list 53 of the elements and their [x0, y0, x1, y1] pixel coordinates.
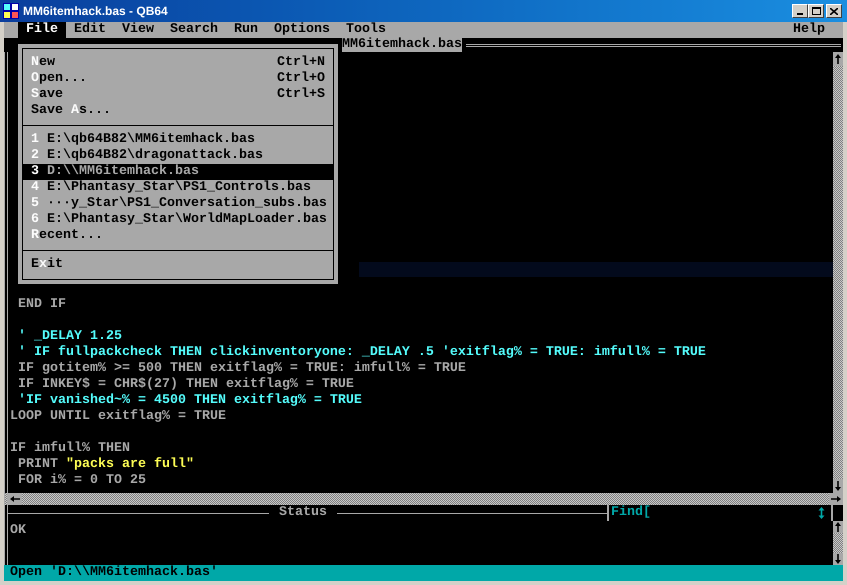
code-line: ' _DELAY 1.25: [16, 329, 122, 345]
menu-bar-item[interactable]: Search: [162, 22, 226, 38]
code-line: ' IF fullpackcheck THEN clickinventoryone: _DELAY .5 'exitflag% = TRUE: imfull% = TRUE: [16, 345, 706, 361]
scroll-up-arrow-icon[interactable]: [833, 52, 843, 66]
menu-item[interactable]: Recent...: [23, 228, 333, 244]
horizontal-scrollbar[interactable]: [4, 493, 843, 505]
menu-bar-item[interactable]: File: [18, 22, 66, 38]
status-panel-title: Status: [278, 505, 328, 521]
scroll-down-arrow-icon[interactable]: [833, 553, 843, 565]
menu-item[interactable]: 1 E:\qb64B82\MM6itemhack.bas: [23, 132, 333, 148]
menu-item[interactable]: 4 E:\Phantasy_Star\PS1_Controls.bas: [23, 180, 333, 196]
maximize-icon: [812, 7, 820, 15]
code-line: IF INKEY$ = CHR$(27) THEN exitflag% = TRUE: [16, 377, 354, 393]
minimize-icon: [797, 13, 803, 15]
scroll-right-arrow-icon[interactable]: [829, 493, 843, 505]
menu-bar-item[interactable]: Run: [226, 22, 266, 38]
menu-bar-item[interactable]: Options: [266, 22, 338, 38]
scroll-up-arrow-icon[interactable]: [833, 521, 843, 533]
up-down-arrow-icon: [818, 507, 825, 519]
maximize-button[interactable]: [808, 4, 824, 18]
code-line: END IF: [16, 297, 66, 313]
status-scrollbar[interactable]: [833, 521, 843, 565]
code-line: PRINT "packs are full": [16, 457, 194, 473]
menu-item[interactable]: New Ctrl+N: [23, 55, 333, 71]
menu-item[interactable]: 6 E:\Phantasy_Star\WorldMapLoader.bas: [23, 212, 333, 228]
menu-item[interactable]: 2 E:\qb64B82\dragonattack.bas: [23, 148, 333, 164]
menu-item[interactable]: Open... Ctrl+O: [23, 71, 333, 87]
close-button[interactable]: [826, 4, 842, 18]
minimize-button[interactable]: [792, 4, 808, 18]
menu-item[interactable]: Save As...: [23, 103, 333, 119]
editor-tab-title[interactable]: MM6itemhack.bas: [342, 38, 462, 52]
menu-bar-item[interactable]: Edit: [66, 22, 114, 38]
menu-item[interactable]: 5 ···y_Star\PS1_Conversation_subs.bas: [23, 196, 333, 212]
window-title: MM6itemhack.bas - QB64: [23, 3, 169, 20]
close-icon: [830, 8, 838, 14]
vertical-scrollbar[interactable]: [833, 52, 843, 493]
code-line: IF gotitem% >= 500 THEN exitflag% = TRUE: imfull% = TRUE: [16, 361, 466, 377]
scroll-left-arrow-icon[interactable]: [8, 493, 22, 505]
menu-item[interactable]: Save Ctrl+S: [23, 87, 333, 103]
status-message: OK: [10, 523, 26, 538]
menu-bar-item[interactable]: View: [114, 22, 162, 38]
menu-item[interactable]: 3 D:\\MM6itemhack.bas: [23, 164, 333, 180]
code-line: 'IF vanished~% = 4500 THEN exitflag% = TRUE: [16, 393, 362, 409]
menu-bar-item[interactable]: Help: [785, 22, 833, 38]
status-bar: Open 'D:\\MM6itemhack.bas': [4, 565, 843, 581]
code-line: LOOP UNTIL exitflag% = TRUE: [10, 409, 226, 425]
scroll-down-arrow-icon[interactable]: [833, 479, 843, 493]
code-line: IF imfull% THEN: [10, 441, 130, 457]
find-field[interactable]: Find[: [607, 505, 833, 521]
code-line: FOR i% = 0 TO 25: [16, 473, 146, 489]
menu-item[interactable]: Exit: [23, 257, 333, 273]
menu-bar-item[interactable]: Tools: [338, 22, 394, 38]
app-icon: [3, 3, 19, 19]
